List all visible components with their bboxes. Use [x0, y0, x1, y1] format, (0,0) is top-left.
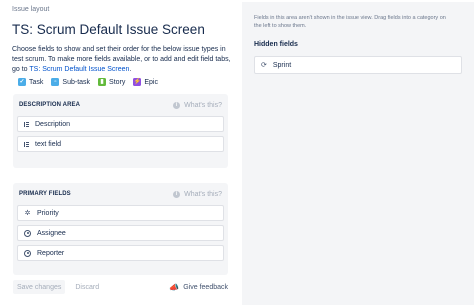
field-label: Priority [37, 209, 59, 217]
field-label: Sprint [272, 61, 292, 69]
whats-this-link[interactable]: i What's this? [173, 190, 222, 198]
breadcrumb: Issue layout [12, 6, 50, 13]
field-label: Reporter [37, 249, 65, 257]
lines-icon [24, 121, 29, 127]
group-header: DESCRIPTION AREA i What's this? [13, 94, 228, 116]
field-sprint[interactable]: ⟳ Sprint [254, 56, 462, 74]
screen-link[interactable]: TS: Scrum Default Issue Screen [29, 66, 129, 73]
issue-type-label: Story [109, 78, 126, 86]
field-description[interactable]: Description [17, 116, 224, 132]
issue-type-label: Epic [144, 78, 158, 86]
field-priority[interactable]: ✲ Priority [17, 205, 224, 221]
issue-type-label: Task [29, 78, 44, 86]
group-title: DESCRIPTION AREA [19, 102, 81, 108]
page-title: TS: Scrum Default Issue Screen [12, 22, 205, 37]
task-icon: ✓ [18, 78, 26, 86]
info-icon: i [173, 190, 181, 198]
priority-icon: ✲ [24, 210, 31, 217]
subtask-icon: ▫ [51, 78, 60, 86]
hidden-fields-note: Fields in this area aren't shown in the … [254, 15, 446, 29]
description-end: . [129, 66, 132, 73]
info-icon: i [173, 101, 181, 109]
whats-this-label: What's this? [184, 101, 222, 109]
issue-type-story: ▮ Story [98, 78, 125, 86]
field-label: Assignee [37, 229, 66, 237]
group-header: PRIMARY FIELDS i What's this? [13, 183, 228, 205]
footer-bar: Save changes Discard 📣 Give feedback [13, 278, 228, 296]
story-icon: ▮ [98, 78, 107, 86]
discard-button[interactable]: Discard [75, 284, 99, 291]
issue-type-epic: ⚡ Epic [133, 78, 158, 86]
give-feedback-button[interactable]: 📣 Give feedback [169, 283, 228, 292]
field-label: Description [35, 120, 71, 128]
person-icon [24, 249, 31, 257]
lines-icon [24, 141, 29, 147]
epic-icon: ⚡ [133, 78, 142, 86]
field-reporter[interactable]: Reporter [17, 245, 224, 261]
group-title: PRIMARY FIELDS [19, 191, 71, 197]
megaphone-icon: 📣 [169, 282, 180, 292]
page-description: Choose fields to show and set their orde… [12, 45, 232, 75]
issue-type-label: Sub-task [62, 78, 91, 86]
primary-fields-group: PRIMARY FIELDS i What's this? ✲ Priority… [13, 183, 228, 275]
field-text-field[interactable]: text field [17, 136, 224, 152]
hidden-fields-panel: Fields in this area aren't shown in the … [242, 2, 474, 305]
field-assignee[interactable]: Assignee [17, 225, 224, 241]
whats-this-label: What's this? [184, 190, 222, 198]
save-changes-button[interactable]: Save changes [13, 280, 66, 294]
issue-type-subtask: ▫ Sub-task [51, 78, 90, 86]
sprint-icon: ⟳ [261, 62, 267, 69]
issue-types-list: ✓ Task ▫ Sub-task ▮ Story ⚡ Epic [18, 78, 158, 86]
description-area-group: DESCRIPTION AREA i What's this? Descript… [13, 94, 228, 168]
hidden-fields-title: Hidden fields [254, 41, 298, 48]
person-icon [24, 229, 31, 237]
field-label: text field [35, 140, 62, 148]
whats-this-link[interactable]: i What's this? [173, 101, 222, 109]
issue-type-task: ✓ Task [18, 78, 43, 86]
give-feedback-label: Give feedback [183, 283, 228, 291]
